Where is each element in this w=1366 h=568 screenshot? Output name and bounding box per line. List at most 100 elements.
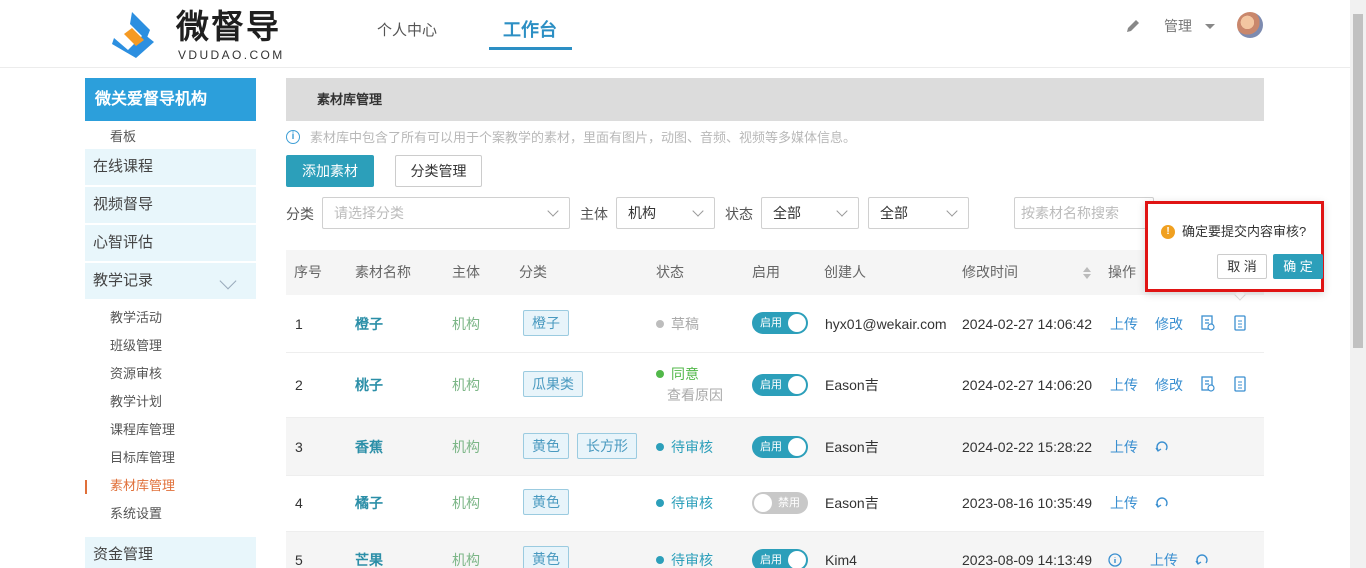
- column-no: 序号: [294, 264, 322, 280]
- category-tag: 黄色: [523, 433, 569, 459]
- category-tag: 瓜果类: [523, 371, 583, 397]
- pencil-icon[interactable]: [1125, 18, 1141, 34]
- sidebar-item-course-library[interactable]: 课程库管理: [110, 421, 175, 439]
- sidebar-group-teaching-records[interactable]: 教学记录: [85, 263, 256, 299]
- column-name: 素材名称: [355, 264, 411, 280]
- enabled-select[interactable]: 全部: [868, 197, 969, 229]
- upload-button[interactable]: 上传: [1110, 493, 1138, 513]
- subject-filter-label: 主体: [580, 206, 608, 222]
- material-name-link[interactable]: 香蕉: [355, 437, 383, 457]
- category-tag: 长方形: [577, 433, 637, 459]
- enable-toggle[interactable]: 启用: [752, 312, 808, 334]
- row-no: 5: [295, 552, 303, 568]
- sidebar-item-material-library[interactable]: 素材库管理: [110, 477, 175, 495]
- category-filter-label: 分类: [286, 206, 314, 222]
- document-icon[interactable]: [1233, 315, 1247, 331]
- confirm-popover: ! 确定要提交内容审核? 取 消 确 定: [1145, 201, 1324, 292]
- enable-toggle[interactable]: 启用: [752, 436, 808, 458]
- revoke-icon[interactable]: [1195, 552, 1209, 568]
- nav-personal-center[interactable]: 个人中心: [377, 18, 437, 44]
- sidebar-item-teaching-plan[interactable]: 教学计划: [110, 393, 162, 411]
- column-status: 状态: [656, 264, 684, 280]
- sidebar-item-resource-review[interactable]: 资源审核: [110, 365, 162, 383]
- status-label: 待审核: [671, 552, 713, 568]
- toggle-label: 启用: [760, 554, 782, 566]
- info-icon: i: [286, 130, 300, 144]
- view-reason-link[interactable]: 查看原因: [667, 385, 723, 405]
- caret-down-icon[interactable]: [1205, 24, 1215, 29]
- edit-button[interactable]: 修改: [1155, 375, 1183, 395]
- status-select[interactable]: 全部: [761, 197, 859, 229]
- popover-message: 确定要提交内容审核?: [1182, 224, 1307, 239]
- status-dot: [656, 320, 664, 328]
- page-title: 素材库管理: [286, 78, 1264, 121]
- admin-menu[interactable]: 管理: [1164, 16, 1192, 36]
- status-text: 同意: [656, 364, 699, 384]
- upload-button[interactable]: 上传: [1110, 437, 1138, 457]
- brand-logo[interactable]: 微督导 VDUDAO.COM: [110, 8, 290, 64]
- toggle-label: 启用: [760, 441, 782, 453]
- category-select[interactable]: 请选择分类: [322, 197, 570, 229]
- material-name-link[interactable]: 橘子: [355, 493, 383, 513]
- search-input[interactable]: 按素材名称搜索: [1014, 197, 1154, 229]
- status-label: 待审核: [671, 439, 713, 455]
- column-creator: 创建人: [824, 264, 866, 280]
- sidebar-item-teaching-activity[interactable]: 教学活动: [110, 309, 162, 327]
- column-actions: 操作: [1108, 264, 1136, 280]
- row-creator: Eason吉: [825, 439, 879, 455]
- sort-icon[interactable]: [1083, 267, 1091, 279]
- toggle-knob: [788, 376, 806, 394]
- sidebar-group-video-supervision[interactable]: 视频督导: [85, 187, 256, 223]
- sidebar-item-goal-library[interactable]: 目标库管理: [110, 449, 175, 467]
- material-name-link[interactable]: 桃子: [355, 375, 383, 395]
- sidebar-item-kanban[interactable]: 看板: [110, 126, 136, 145]
- info-icon[interactable]: [1108, 552, 1122, 568]
- enable-toggle[interactable]: 启用: [752, 549, 808, 568]
- column-category: 分类: [519, 264, 547, 280]
- category-management-button[interactable]: 分类管理: [395, 155, 482, 187]
- table-row: 1 橙子 机构 橙子 草稿 启用 hyx01@wekair.com 2024-0…: [286, 295, 1264, 353]
- submit-review-icon[interactable]: [1201, 315, 1215, 331]
- table-row: 5 芒果 机构 黄色 待审核 启用 Kim4 2023-08-09 14:13:…: [286, 532, 1264, 568]
- scrollbar-thumb[interactable]: [1353, 14, 1363, 348]
- add-material-button[interactable]: 添加素材: [286, 155, 374, 187]
- status-text: 待审核: [656, 550, 713, 568]
- sidebar-org-title[interactable]: 微关爱督导机构: [85, 78, 256, 121]
- edit-button[interactable]: 修改: [1155, 314, 1183, 334]
- sidebar-group-assessment[interactable]: 心智评估: [85, 225, 256, 261]
- upload-button[interactable]: 上传: [1110, 314, 1138, 334]
- page-scrollbar[interactable]: [1350, 0, 1366, 568]
- chevron-down-icon: [219, 272, 237, 290]
- material-name-link[interactable]: 橙子: [355, 314, 383, 334]
- upload-button[interactable]: 上传: [1150, 550, 1178, 568]
- material-name-link[interactable]: 芒果: [355, 550, 383, 568]
- revoke-icon[interactable]: [1155, 495, 1169, 511]
- sidebar-group-online-course[interactable]: 在线课程: [85, 149, 256, 185]
- upload-button[interactable]: 上传: [1110, 375, 1138, 395]
- sidebar-item-system-settings[interactable]: 系统设置: [110, 505, 162, 523]
- document-icon[interactable]: [1233, 376, 1247, 392]
- status-dot: [656, 556, 664, 564]
- status-select-value: 全部: [773, 205, 801, 221]
- enabled-select-value: 全部: [880, 205, 908, 221]
- submit-review-icon[interactable]: [1201, 376, 1215, 392]
- cancel-button[interactable]: 取 消: [1217, 254, 1267, 279]
- enable-toggle[interactable]: 禁用: [752, 492, 808, 514]
- chevron-down-icon: [692, 205, 704, 217]
- confirm-button[interactable]: 确 定: [1273, 254, 1323, 279]
- avatar[interactable]: [1237, 12, 1263, 38]
- top-header: 微督导 VDUDAO.COM 个人中心 工作台 管理: [0, 0, 1350, 68]
- category-tag: 黄色: [523, 546, 569, 568]
- subject-select[interactable]: 机构: [616, 197, 715, 229]
- nav-workbench[interactable]: 工作台: [503, 17, 557, 43]
- sidebar-group-funds[interactable]: 资金管理: [85, 537, 256, 568]
- column-enabled: 启用: [752, 264, 780, 280]
- page-info-text: 素材库中包含了所有可以用于个案教学的素材，里面有图片，动图、音频、视频等多媒体信…: [310, 130, 857, 145]
- revoke-icon[interactable]: [1155, 439, 1169, 455]
- column-modified-time[interactable]: 修改时间: [962, 250, 1018, 295]
- chevron-down-icon: [946, 205, 958, 217]
- enable-toggle[interactable]: 启用: [752, 374, 808, 396]
- sidebar-item-class-management[interactable]: 班级管理: [110, 337, 162, 355]
- table-row: 2 桃子 机构 瓜果类 同意 查看原因 启用 Eason吉 2024-02-27…: [286, 353, 1264, 418]
- row-subject: 机构: [452, 316, 480, 332]
